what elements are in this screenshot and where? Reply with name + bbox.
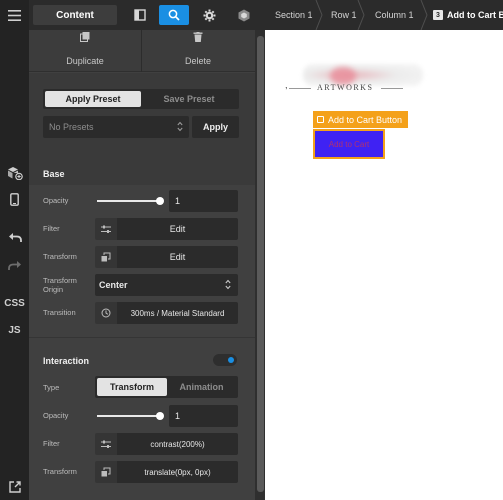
layout-panel-icon[interactable] xyxy=(125,5,155,25)
breadcrumb-separator-icon xyxy=(315,0,323,30)
interaction-opacity-slider-fill xyxy=(97,415,163,417)
tab-content[interactable]: Content xyxy=(33,5,117,25)
chevron-updown-icon xyxy=(225,279,231,292)
undo-icon[interactable] xyxy=(0,229,29,245)
css-label: CSS xyxy=(4,297,25,309)
theme-hexagon-icon[interactable] xyxy=(229,5,259,25)
filter-sliders-icon xyxy=(95,218,117,240)
duplicate-delete-bar: Duplicate Delete xyxy=(29,30,255,72)
interaction-opacity-input[interactable]: 1 xyxy=(169,405,238,427)
transition-select[interactable]: 300ms / Material Standard xyxy=(117,302,238,324)
base-transform-edit[interactable]: Edit xyxy=(117,246,238,268)
base-opacity-input[interactable]: 1 xyxy=(169,190,238,212)
transform-origin-label-line2: Origin xyxy=(43,285,64,294)
add-element-icon[interactable] xyxy=(0,164,29,182)
trash-icon xyxy=(193,32,203,44)
transform-origin-select[interactable]: Center xyxy=(95,274,238,296)
interaction-toggle[interactable] xyxy=(213,354,237,366)
interaction-transform-label: Transform xyxy=(43,467,77,476)
logo-text: ARTWORKS xyxy=(317,83,374,92)
builder-app: CSS JS Content Duplicate Delete Apply Pr… xyxy=(0,0,503,500)
breadcrumb-separator-icon xyxy=(357,0,365,30)
breadcrumb-row[interactable]: Row 1 xyxy=(331,0,357,30)
interaction-opacity-value: 1 xyxy=(175,411,181,421)
logo-tick: , xyxy=(285,80,288,90)
section-title-base: Base xyxy=(43,169,65,179)
interaction-type-label: Type xyxy=(43,383,60,392)
base-opacity-slider-knob[interactable] xyxy=(156,197,164,205)
selected-element-label[interactable]: Add to Cart Button xyxy=(313,111,409,128)
redo-icon[interactable] xyxy=(0,257,29,273)
transform-origin-value: Center xyxy=(99,280,128,290)
transition-label: Transition xyxy=(43,308,76,317)
breadcrumb-column[interactable]: Column 1 xyxy=(375,0,414,30)
breadcrumb-current[interactable]: 3 Add to Cart B... xyxy=(433,0,503,30)
interaction-type-toggle: Transform Animation xyxy=(95,376,238,398)
base-opacity-slider-fill xyxy=(97,200,163,202)
search-icon[interactable] xyxy=(159,5,189,25)
delete-button[interactable]: Delete xyxy=(142,30,254,72)
base-filter-edit[interactable]: Edit xyxy=(117,218,238,240)
add-to-cart-text: Add to Cart xyxy=(328,139,370,149)
toggle-dot xyxy=(228,357,234,363)
preset-mode-toggle: Apply Preset Save Preset xyxy=(43,89,239,109)
filter-sliders-icon xyxy=(95,433,117,455)
base-opacity-value: 1 xyxy=(175,196,181,206)
breadcrumb-current-label: Add to Cart B... xyxy=(447,10,503,20)
timer-icon xyxy=(95,302,117,324)
delete-label: Delete xyxy=(184,56,211,66)
breadcrumb: Section 1 Row 1 Column 1 3 Add to Cart B… xyxy=(265,0,503,30)
base-transform-label: Transform xyxy=(43,252,77,261)
page-canvas[interactable]: , ARTWORKS Add to Cart Button Add to Car… xyxy=(265,30,503,500)
type-transform-tab[interactable]: Transform xyxy=(97,378,167,396)
interaction-filter-edit[interactable]: contrast(200%) xyxy=(117,433,238,455)
interaction-transform-edit[interactable]: translate(0px, 0px) xyxy=(117,461,238,483)
type-animation-tab[interactable]: Animation xyxy=(167,378,236,396)
apply-preset-tab[interactable]: Apply Preset xyxy=(45,91,141,107)
transform-icon xyxy=(95,246,117,268)
selected-element-name: Add to Cart Button xyxy=(328,114,403,125)
apply-preset-button[interactable]: Apply xyxy=(192,116,239,138)
element-settings-panel: Duplicate Delete Apply Preset Save Prese… xyxy=(29,30,255,500)
element-type-icon xyxy=(317,116,324,123)
panel-scrollbar-thumb[interactable] xyxy=(257,36,264,492)
presets-select-value: No Presets xyxy=(49,122,94,132)
logo-rule-left xyxy=(289,88,311,89)
breadcrumb-section[interactable]: Section 1 xyxy=(275,0,313,30)
duplicate-label: Duplicate xyxy=(66,56,104,66)
mobile-preview-icon[interactable] xyxy=(0,191,29,207)
exit-icon[interactable] xyxy=(0,479,29,495)
menu-icon[interactable] xyxy=(0,5,29,25)
chevron-updown-icon xyxy=(177,121,183,134)
logo-rule-right xyxy=(381,88,403,89)
transform-icon xyxy=(95,461,117,483)
panel-tabbar: Content xyxy=(29,0,265,30)
css-editor-button[interactable]: CSS xyxy=(0,296,29,310)
save-preset-tab[interactable]: Save Preset xyxy=(141,91,237,107)
section-title-interaction: Interaction xyxy=(43,356,90,366)
breadcrumb-current-number: 3 xyxy=(433,10,443,20)
duplicate-button[interactable]: Duplicate xyxy=(29,30,141,72)
duplicate-icon xyxy=(80,32,90,44)
interaction-filter-label: Filter xyxy=(43,439,60,448)
gear-icon[interactable] xyxy=(194,5,224,25)
transform-origin-label-line1: Transform xyxy=(43,276,77,285)
js-label: JS xyxy=(8,324,21,336)
section-divider xyxy=(29,337,255,338)
left-toolbar: CSS JS xyxy=(0,0,29,500)
add-to-cart-button[interactable]: Add to Cart xyxy=(313,129,385,159)
interaction-opacity-label: Opacity xyxy=(43,411,69,420)
breadcrumb-separator-icon xyxy=(420,0,428,30)
base-filter-label: Filter xyxy=(43,224,60,233)
presets-select[interactable]: No Presets xyxy=(43,116,189,138)
interaction-opacity-slider-knob[interactable] xyxy=(156,412,164,420)
js-editor-button[interactable]: JS xyxy=(0,323,29,337)
base-opacity-label: Opacity xyxy=(43,196,69,205)
